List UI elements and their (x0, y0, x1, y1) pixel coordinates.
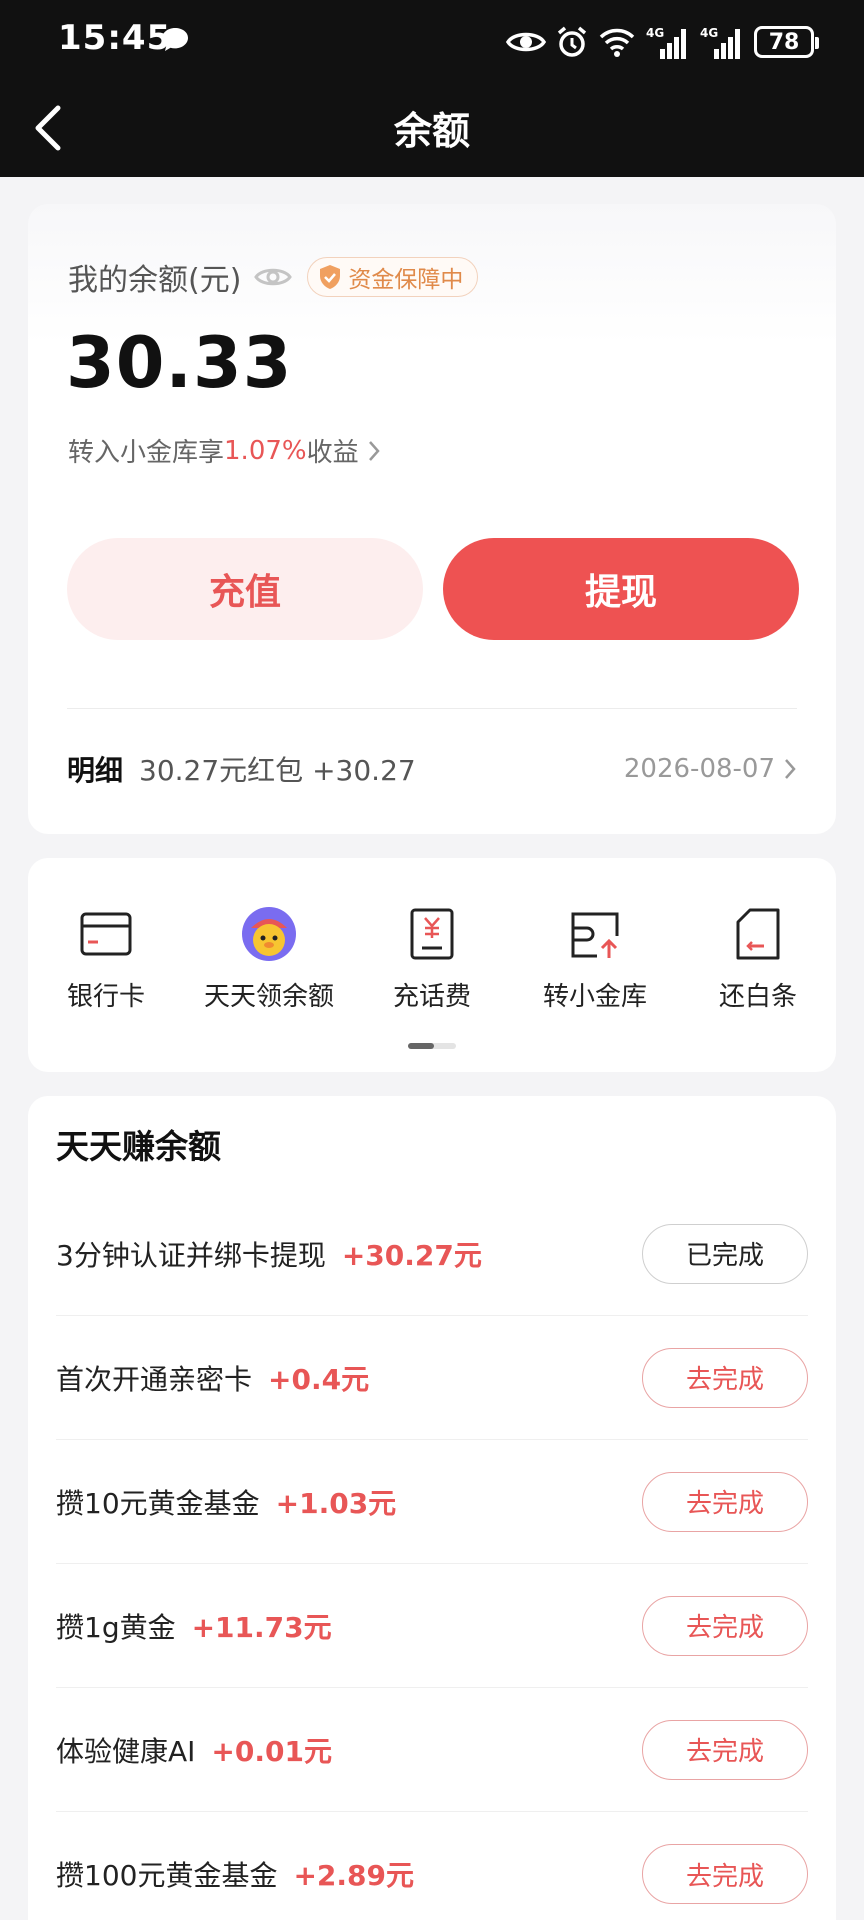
shortcut-phone-recharge[interactable]: 充话费 (357, 906, 507, 1013)
task-row: 体验健康AI +0.01元 去完成 (56, 1688, 808, 1812)
top-bar: 15:45 4G 4G 78 余额 (0, 0, 864, 177)
shortcut-daily-balance[interactable]: 天天领余额 (194, 906, 344, 1013)
shortcut-vault-transfer[interactable]: 转小金库 (520, 906, 670, 1013)
task-action-button[interactable]: 去完成 (642, 1844, 808, 1904)
status-bar: 15:45 4G 4G 78 (0, 0, 864, 82)
shortcuts-card: 银行卡 天天领余额 充话费 转小金库 还白条 (28, 858, 836, 1072)
mascot-avatar-icon (242, 907, 296, 961)
vault-promo-link[interactable]: 转入小金库享 1.07% 收益 (68, 432, 381, 469)
signal-4g-icon-1: 4G (646, 26, 686, 59)
svg-text:4G: 4G (700, 26, 718, 40)
detail-date: 2026-08-07 (624, 754, 797, 784)
detail-row[interactable]: 明细 30.27元红包 +30.27 2026-08-07 (67, 744, 797, 794)
page-title: 余额 (393, 109, 470, 153)
task-name: 3分钟认证并绑卡提现 (56, 1238, 326, 1272)
task-action-button[interactable]: 去完成 (642, 1719, 808, 1780)
task-name: 首次开通亲密卡 (56, 1362, 253, 1396)
divider (67, 708, 797, 709)
task-action-button[interactable]: 已完成 (642, 1223, 808, 1284)
svg-text:4G: 4G (646, 26, 664, 40)
task-row: 3分钟认证并绑卡提现 +30.27元 已完成 (56, 1192, 808, 1316)
chat-bubble-icon (162, 28, 188, 51)
shortcut-label: 天天领余额 (203, 982, 334, 1012)
fund-protection-badge[interactable]: 资金保障中 (307, 257, 479, 297)
balance-card: 我的余额(元) 资金保障中 30.33 转入小金库享 1.07% 收益 充值 提现 … (28, 204, 836, 834)
shortcut-label: 还白条 (718, 982, 797, 1012)
alarm-icon (557, 26, 587, 57)
recharge-button[interactable]: 充值 (67, 538, 423, 640)
task-row: 首次开通亲密卡 +0.4元 去完成 (56, 1316, 808, 1440)
task-reward: +2.89元 (293, 1859, 414, 1892)
shortcut-label: 转小金库 (542, 982, 647, 1012)
task-name: 攒100元黄金基金 (56, 1859, 278, 1892)
task-name: 攒1g黄金 (56, 1610, 176, 1644)
chevron-right-icon (785, 759, 796, 779)
eye-toggle-icon[interactable] (253, 263, 293, 291)
balance-label: 我的余额(元) (68, 263, 242, 298)
task-action-button[interactable]: 去完成 (642, 1471, 808, 1532)
bank-card-icon (80, 912, 132, 956)
balance-label-row: 我的余额(元) 资金保障中 (68, 254, 479, 300)
eye-comfort-icon (506, 32, 546, 52)
task-name: 体验健康AI (56, 1734, 196, 1768)
task-row: 攒100元黄金基金 +2.89元 去完成 (56, 1812, 808, 1920)
earn-tasks-card: 天天赚余额 3分钟认证并绑卡提现 +30.27元 已完成 首次开通亲密卡 +0.… (28, 1096, 836, 1920)
shortcut-repay-baitiao[interactable]: 还白条 (683, 906, 833, 1013)
task-row: 攒1g黄金 +11.73元 去完成 (56, 1564, 808, 1688)
badge-text: 资金保障中 (348, 267, 464, 293)
promo-suffix: 收益 (306, 438, 359, 468)
pager-indicator (408, 1043, 434, 1049)
detail-date-text: 2026-08-07 (623, 754, 775, 784)
nav-header: 余额 (0, 82, 864, 177)
status-time: 15:45 (58, 18, 172, 58)
task-reward: +1.03元 (275, 1486, 397, 1520)
battery-indicator: 78 (754, 26, 819, 58)
promo-rate: 1.07% (224, 435, 307, 466)
repay-card-icon (736, 908, 780, 960)
withdraw-button[interactable]: 提现 (443, 538, 799, 640)
detail-label: 明细 (67, 754, 124, 787)
wallet-transfer-icon (571, 912, 619, 958)
balance-amount: 30.33 (66, 322, 293, 404)
shield-icon (320, 265, 341, 289)
tasks-title: 天天赚余额 (56, 1127, 221, 1166)
shortcut-bank-card[interactable]: 银行卡 (31, 906, 181, 1013)
task-reward: +30.27元 (341, 1238, 482, 1272)
task-reward: +11.73元 (191, 1610, 332, 1644)
battery-level: 78 (768, 29, 800, 55)
shortcut-label: 充话费 (392, 982, 471, 1012)
phone-recharge-icon (410, 908, 454, 960)
wifi-icon (599, 28, 635, 57)
task-row: 攒10元黄金基金 +1.03元 去完成 (56, 1440, 808, 1564)
detail-text: 30.27元红包 +30.27 (139, 754, 416, 787)
shortcut-label: 银行卡 (66, 982, 145, 1012)
chevron-right-icon (368, 440, 380, 461)
task-reward: +0.01元 (211, 1734, 332, 1768)
status-icons: 4G 4G 78 (506, 22, 819, 62)
task-action-button[interactable]: 去完成 (642, 1347, 808, 1408)
task-name: 攒10元黄金基金 (56, 1486, 260, 1520)
signal-4g-icon-2: 4G (700, 26, 740, 59)
task-action-button[interactable]: 去完成 (642, 1595, 808, 1656)
promo-prefix: 转入小金库享 (68, 438, 225, 468)
task-reward: +0.4元 (268, 1362, 370, 1396)
